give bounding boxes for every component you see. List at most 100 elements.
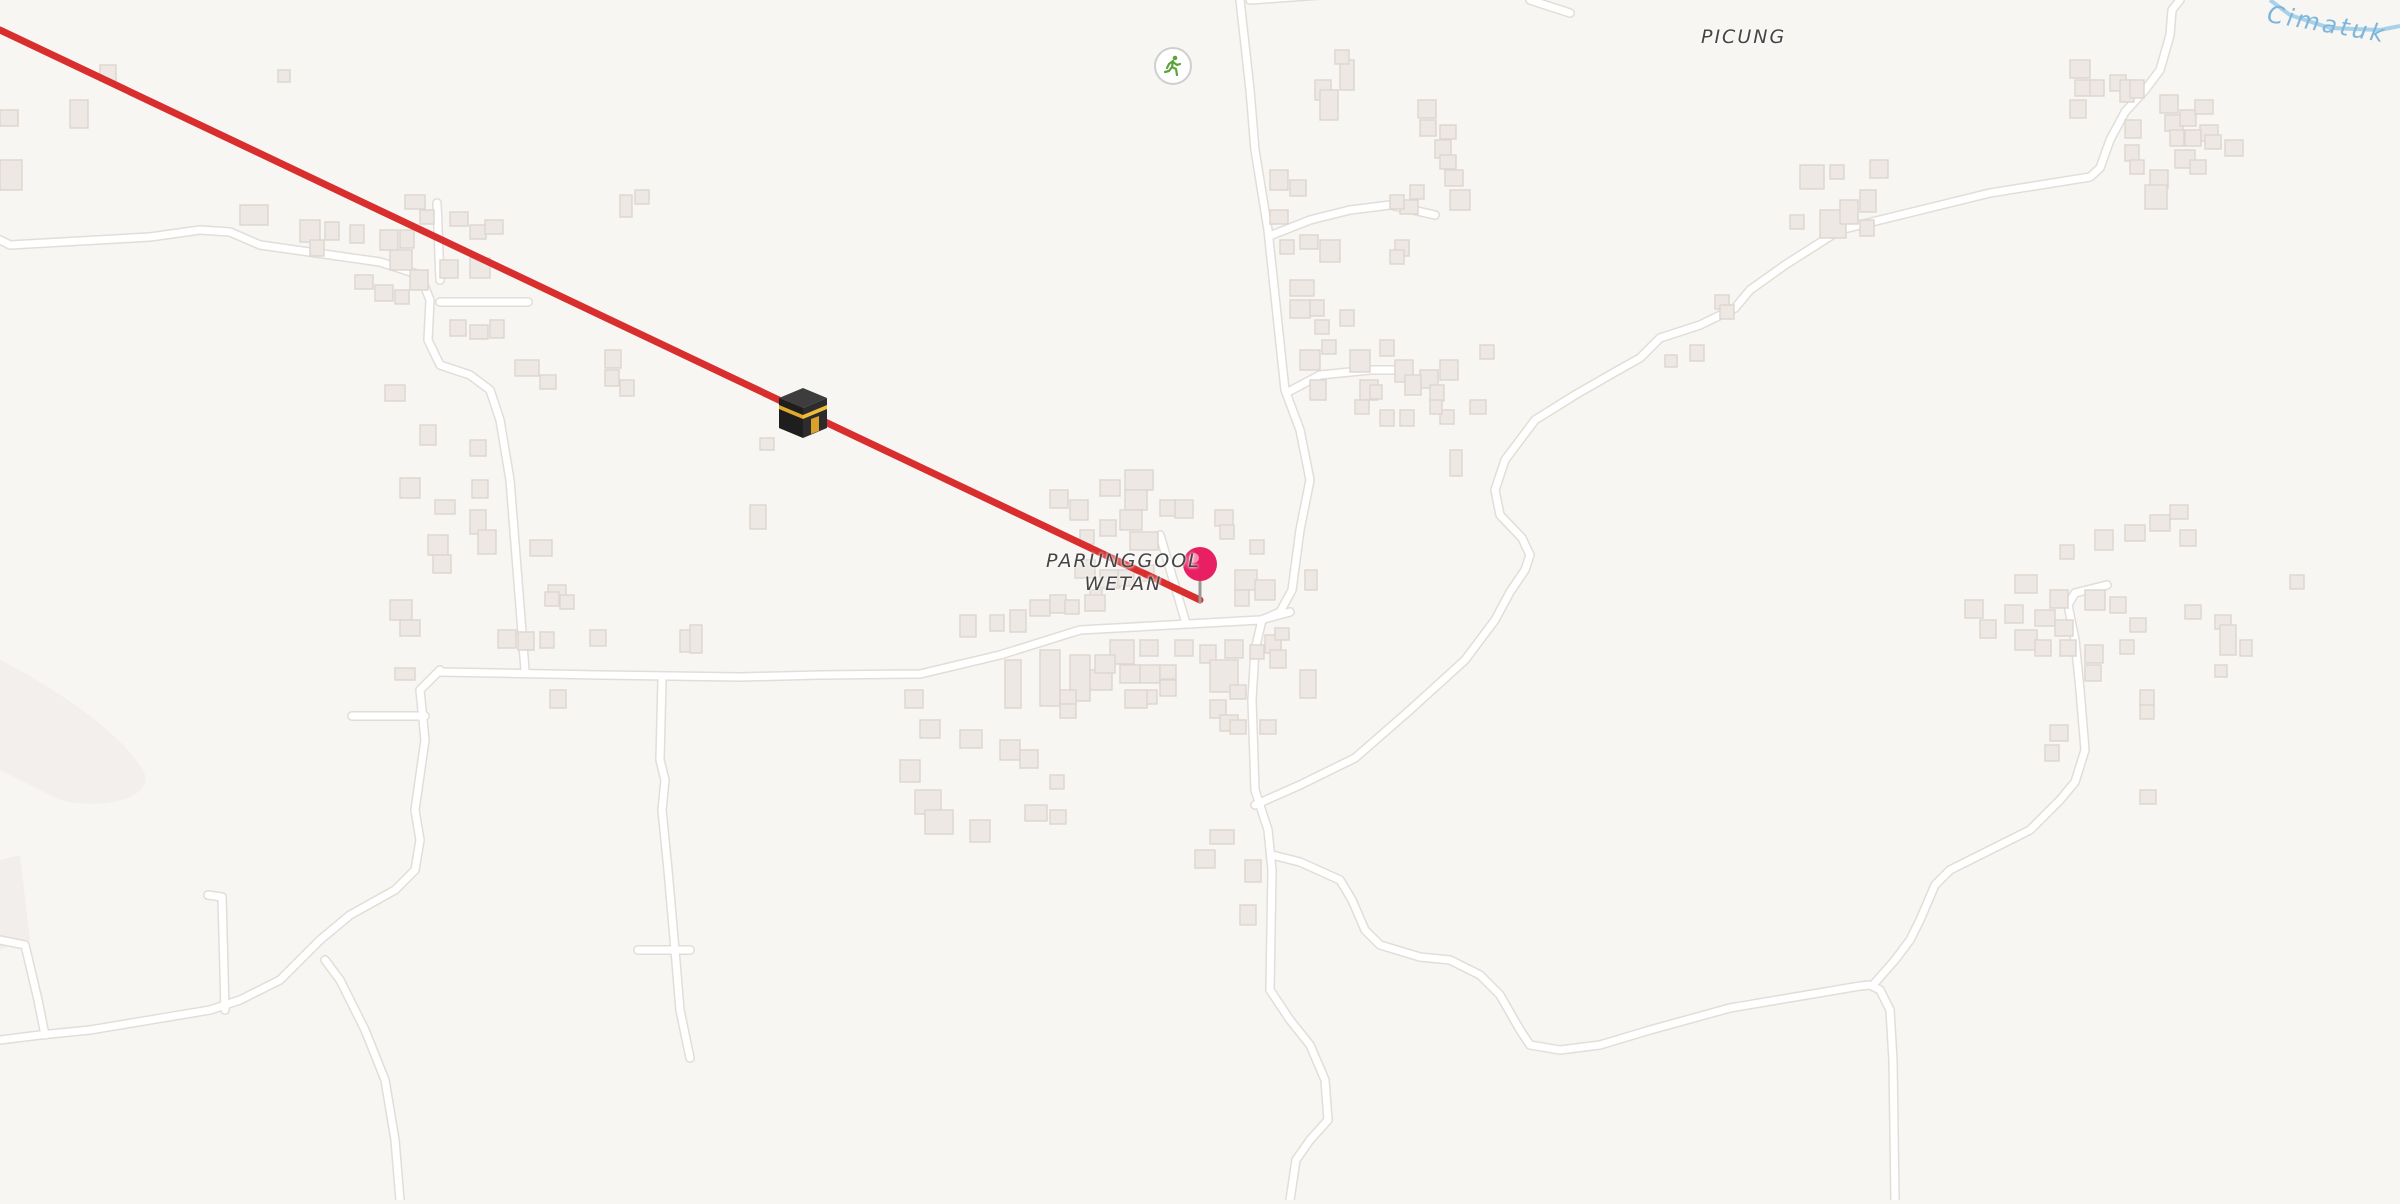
building: [2129, 159, 2145, 175]
building: [1379, 409, 1395, 427]
building: [544, 591, 560, 607]
building: [2044, 744, 2060, 762]
building: [1409, 184, 1425, 200]
building: [1099, 479, 1121, 497]
building: [1389, 194, 1405, 210]
building: [1029, 599, 1051, 617]
place-label-line: PARUNGGOOL: [1046, 550, 1201, 572]
building: [1099, 519, 1117, 537]
building: [1119, 664, 1141, 684]
building: [1979, 619, 1997, 639]
building: [1124, 489, 1148, 511]
building: [432, 554, 452, 574]
building: [1249, 644, 1265, 660]
building: [1229, 684, 1247, 700]
building: [634, 189, 650, 205]
building: [2094, 529, 2114, 551]
building: [2049, 589, 2069, 609]
building: [529, 539, 553, 557]
terrain-shade: [0, 660, 146, 804]
building: [904, 689, 924, 709]
building: [1049, 774, 1065, 790]
building: [497, 629, 517, 649]
building: [2129, 617, 2147, 633]
building: [1254, 579, 1276, 601]
building: [1789, 214, 1805, 230]
building: [1214, 509, 1234, 527]
building: [759, 437, 775, 451]
place-label-parunggool-wetan: PARUNGGOOL WETAN: [1046, 550, 1201, 596]
building: [1269, 649, 1287, 669]
building: [1449, 449, 1463, 477]
building: [1869, 159, 1889, 179]
building: [1139, 639, 1159, 657]
building: [1964, 599, 1984, 619]
building: [989, 614, 1005, 632]
building: [2014, 574, 2038, 594]
qibla-direction-line: [0, 26, 1204, 604]
building: [899, 759, 921, 783]
building: [1349, 349, 1371, 373]
building: [1019, 749, 1039, 769]
building: [1124, 469, 1154, 491]
building: [1234, 569, 1258, 591]
building: [1439, 154, 1457, 170]
building: [604, 369, 620, 387]
building: [1299, 234, 1319, 250]
building: [419, 424, 437, 446]
building: [389, 599, 413, 621]
building: [1174, 499, 1194, 519]
building: [299, 219, 321, 243]
building: [2059, 544, 2075, 560]
building: [514, 359, 540, 377]
sports-poi-marker[interactable]: [1154, 47, 1192, 85]
building: [2219, 624, 2237, 656]
building: [2034, 639, 2052, 657]
building: [1429, 399, 1443, 415]
building: [1094, 654, 1116, 674]
building: [1289, 179, 1307, 197]
building: [1049, 489, 1069, 509]
building: [1309, 299, 1325, 317]
building: [1229, 719, 1247, 735]
building: [1159, 679, 1177, 697]
building: [2034, 609, 2056, 627]
building: [1319, 89, 1339, 121]
building: [374, 284, 394, 302]
building: [354, 274, 374, 290]
kaaba-marker[interactable]: [775, 383, 831, 445]
building: [2184, 129, 2202, 147]
building: [1039, 649, 1061, 707]
building: [399, 229, 415, 249]
building: [489, 319, 505, 339]
building: [404, 194, 426, 210]
building: [517, 631, 535, 651]
building: [1069, 499, 1089, 521]
building: [1439, 124, 1457, 140]
building: [1269, 209, 1289, 225]
building: [394, 289, 410, 305]
building: [1304, 569, 1318, 591]
building: [1439, 359, 1459, 381]
building: [2184, 604, 2202, 620]
building: [1289, 299, 1311, 319]
building: [1009, 609, 1027, 633]
building: [1314, 319, 1330, 335]
building: [2169, 129, 2185, 147]
building: [1234, 589, 1250, 607]
building: [2139, 704, 2155, 720]
building: [2084, 664, 2102, 682]
building: [1404, 374, 1422, 396]
map-canvas[interactable]: PICUNG PARUNGGOOL WETAN Cimatuk: [0, 0, 2400, 1204]
building: [1084, 594, 1106, 612]
building: [1124, 689, 1148, 709]
building: [2169, 504, 2189, 520]
building: [924, 809, 954, 835]
building: [2224, 139, 2244, 157]
building: [469, 224, 487, 240]
building: [1719, 304, 1735, 320]
building: [394, 667, 416, 681]
building: [449, 211, 469, 227]
building: [469, 439, 487, 457]
building: [589, 629, 607, 647]
